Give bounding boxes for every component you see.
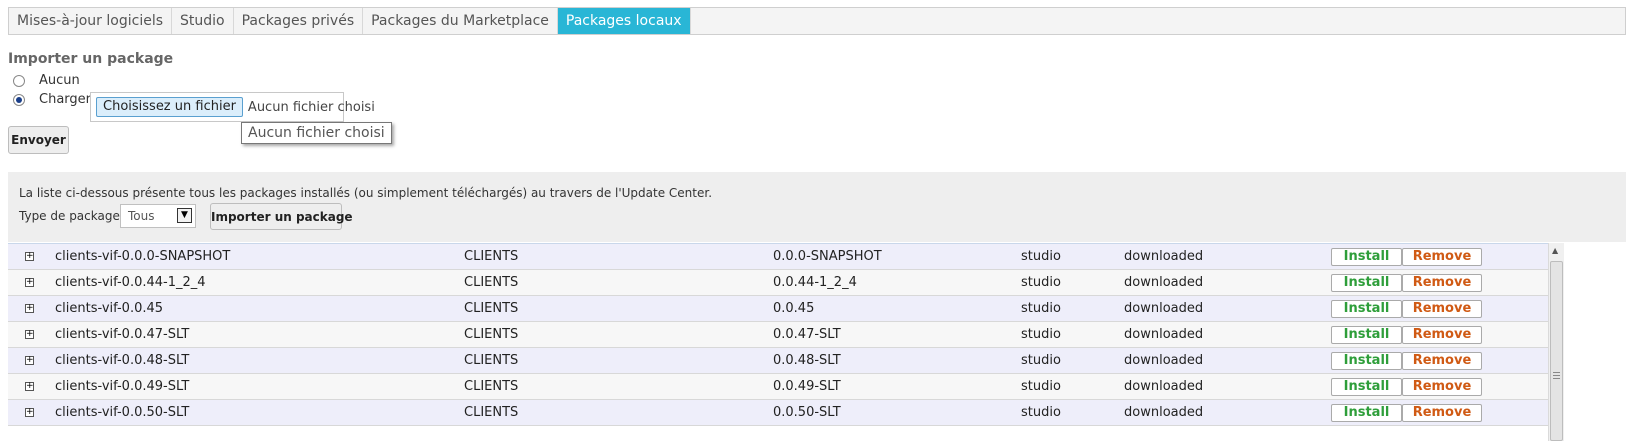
cell-state: downloaded [1124, 327, 1204, 342]
expand-plus-icon[interactable]: + [25, 278, 34, 287]
tab-3[interactable]: Packages du Marketplace [363, 8, 558, 34]
remove-button[interactable]: Remove [1402, 326, 1482, 344]
cell-name: clients-vif-0.0.50-SLT [55, 405, 190, 420]
cell-type: CLIENTS [464, 353, 519, 368]
expand-plus-icon[interactable]: + [25, 408, 34, 417]
cell-version: 0.0.44-1_2_4 [773, 275, 857, 290]
cell-state: downloaded [1124, 379, 1204, 394]
tab-0[interactable]: Mises-à-jour logiciels [9, 8, 173, 34]
cell-target: studio [1021, 249, 1061, 264]
remove-button[interactable]: Remove [1402, 404, 1482, 422]
cell-target: studio [1021, 405, 1061, 420]
table-row: + clients-vif-0.0.45 CLIENTS 0.0.45 studio do… [8, 296, 1548, 322]
file-tooltip: Aucun fichier choisi [241, 122, 392, 144]
filter-panel: La liste ci-dessous présente tous les pa… [8, 172, 1626, 242]
dropdown-arrow-icon[interactable]: ▼ [177, 208, 192, 223]
package-type-value: Tous [128, 209, 155, 223]
choose-file-button[interactable]: Choisissez un fichier [96, 97, 243, 117]
cell-type: CLIENTS [464, 405, 519, 420]
table-row: + clients-vif-0.0.50-SLT CLIENTS 0.0.50-SLT… [8, 400, 1548, 426]
cell-target: studio [1021, 379, 1061, 394]
install-button[interactable]: Install [1331, 300, 1402, 318]
cell-target: studio [1021, 275, 1061, 290]
radio-upload-row[interactable]: Charger [13, 92, 91, 107]
remove-button[interactable]: Remove [1402, 300, 1482, 318]
expand-plus-icon[interactable]: + [25, 356, 34, 365]
remove-button[interactable]: Remove [1402, 248, 1482, 266]
cell-type: CLIENTS [464, 275, 519, 290]
table-row: + clients-vif-0.0.0-SNAPSHOT CLIENTS 0.0.0-… [8, 244, 1548, 270]
import-package-button[interactable]: Importer un package [210, 203, 353, 230]
table-row: + clients-vif-0.0.49-SLT CLIENTS 0.0.49-SLT… [8, 374, 1548, 400]
cell-target: studio [1021, 353, 1061, 368]
cell-state: downloaded [1124, 275, 1204, 290]
install-button[interactable]: Install [1331, 404, 1402, 422]
grip-icon [1553, 372, 1560, 381]
import-section-title: Importer un package [8, 51, 174, 67]
remove-button[interactable]: Remove [1402, 352, 1482, 370]
tab-1[interactable]: Studio [172, 8, 234, 34]
cell-name: clients-vif-0.0.47-SLT [55, 327, 190, 342]
radio-none-row[interactable]: Aucun [13, 73, 80, 88]
expand-plus-icon[interactable]: + [25, 382, 34, 391]
expand-plus-icon[interactable]: + [25, 304, 34, 313]
packages-table: + clients-vif-0.0.0-SNAPSHOT CLIENTS 0.0.0-… [8, 243, 1548, 442]
scrollbar-thumb[interactable] [1550, 261, 1563, 441]
radio-upload[interactable] [13, 93, 25, 106]
cell-version: 0.0.45 [773, 301, 815, 316]
cell-state: downloaded [1124, 301, 1204, 316]
cell-target: studio [1021, 301, 1061, 316]
expand-plus-icon[interactable]: + [25, 330, 34, 339]
cell-state: downloaded [1124, 405, 1204, 420]
panel-description: La liste ci-dessous présente tous les pa… [19, 186, 713, 200]
expand-plus-icon[interactable]: + [25, 252, 34, 261]
install-button[interactable]: Install [1331, 274, 1402, 292]
cell-name: clients-vif-0.0.45 [55, 301, 164, 316]
remove-button[interactable]: Remove [1402, 274, 1482, 292]
tab-bar: Mises-à-jour logiciels Studio Packages pri… [8, 7, 1626, 35]
package-type-select[interactable]: Tous ▼ [120, 204, 196, 228]
install-button[interactable]: Install [1331, 248, 1402, 266]
tab-2[interactable]: Packages privés [234, 8, 364, 34]
cell-state: downloaded [1124, 353, 1204, 368]
cell-name: clients-vif-0.0.44-1_2_4 [55, 275, 206, 290]
cell-version: 0.0.48-SLT [773, 353, 841, 368]
file-status-text: Aucun fichier choisi [247, 99, 375, 115]
tab-4[interactable]: Packages locaux [557, 8, 691, 34]
cell-state: downloaded [1124, 249, 1204, 264]
install-button[interactable]: Install [1331, 378, 1402, 396]
table-row: + clients-vif-0.0.48-SLT CLIENTS 0.0.48-SLT… [8, 348, 1548, 374]
cell-type: CLIENTS [464, 301, 519, 316]
cell-version: 0.0.47-SLT [773, 327, 841, 342]
table-row: + clients-vif-0.0.47-SLT CLIENTS 0.0.47-SLT… [8, 322, 1548, 348]
install-button[interactable]: Install [1331, 326, 1402, 344]
cell-type: CLIENTS [464, 379, 519, 394]
cell-version: 0.0.50-SLT [773, 405, 841, 420]
cell-version: 0.0.0-SNAPSHOT [773, 249, 882, 264]
cell-name: clients-vif-0.0.49-SLT [55, 379, 190, 394]
radio-none[interactable] [13, 74, 25, 87]
cell-type: CLIENTS [464, 249, 519, 264]
cell-name: clients-vif-0.0.48-SLT [55, 353, 190, 368]
cell-version: 0.0.49-SLT [773, 379, 841, 394]
scroll-up-icon[interactable]: ▲ [1552, 246, 1558, 255]
package-type-label: Type de package [19, 209, 120, 223]
table-scrollbar[interactable]: ▲ [1548, 243, 1564, 441]
send-button[interactable]: Envoyer [8, 126, 69, 154]
cell-target: studio [1021, 327, 1061, 342]
table-row: + clients-vif-0.0.44-1_2_4 CLIENTS 0.0.44-1… [8, 270, 1548, 296]
install-button[interactable]: Install [1331, 352, 1402, 370]
cell-type: CLIENTS [464, 327, 519, 342]
radio-none-label: Aucun [39, 73, 80, 88]
remove-button[interactable]: Remove [1402, 378, 1482, 396]
file-input[interactable]: Choisissez un fichier Aucun fichier choi… [90, 92, 375, 122]
cell-name: clients-vif-0.0.0-SNAPSHOT [55, 249, 231, 264]
radio-upload-label: Charger [39, 92, 91, 107]
